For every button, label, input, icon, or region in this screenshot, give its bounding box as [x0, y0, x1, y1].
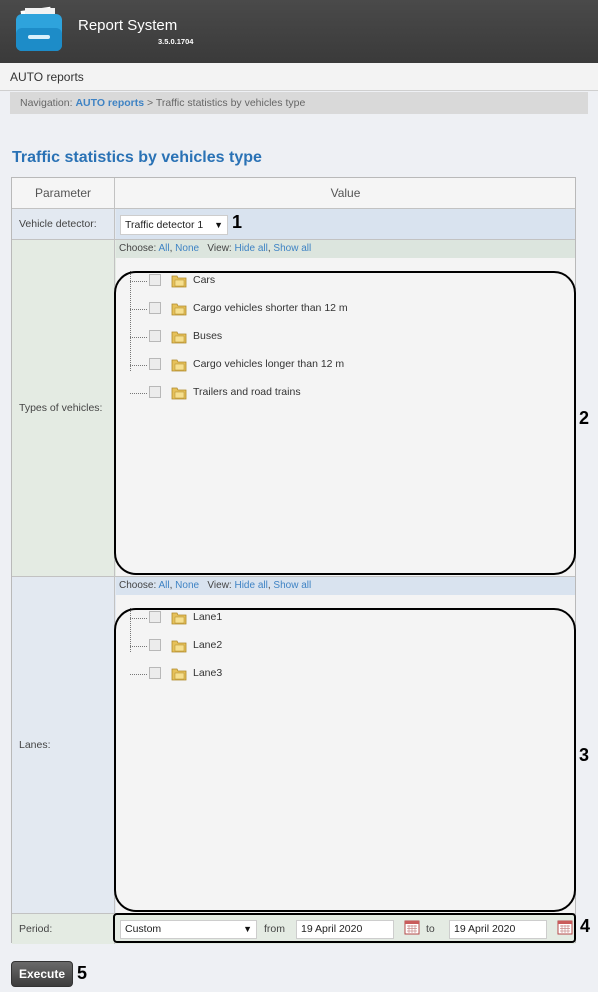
section-title: AUTO reports [10, 70, 84, 84]
types-hide-all-link[interactable]: Hide all [234, 243, 267, 254]
breadcrumb: Navigation: AUTO reports > Traffic stati… [10, 92, 588, 114]
app-header: Report System 3.5.0.1704 [0, 0, 598, 63]
breadcrumb-separator: > [147, 97, 154, 109]
annotation-box-3 [114, 608, 576, 912]
app-version: 3.5.0.1704 [158, 37, 194, 46]
lanes-hide-all-link[interactable]: Hide all [234, 580, 267, 591]
annotation-box-2 [114, 271, 576, 575]
vehicle-detector-selected: Traffic detector 1 [125, 219, 204, 231]
lanes-label: Lanes: [12, 577, 115, 913]
execute-button[interactable]: Execute [11, 961, 73, 987]
lanes-choose-none-link[interactable]: None [175, 580, 199, 591]
choose-label: Choose: [119, 580, 157, 591]
vehicle-detector-select[interactable]: Traffic detector 1 ▼ [120, 215, 228, 235]
breadcrumb-link-auto-reports[interactable]: AUTO reports [75, 97, 144, 109]
vehicle-detector-row: Vehicle detector: Traffic detector 1 ▼ [12, 209, 575, 240]
dropdown-arrow-icon: ▼ [214, 220, 223, 230]
breadcrumb-prefix: Navigation: [20, 97, 73, 109]
table-header-row: Parameter Value [12, 178, 575, 209]
annotation-box-4 [113, 913, 576, 943]
header-value: Value [330, 186, 361, 200]
annotation-number-1: 1 [232, 212, 243, 232]
period-label: Period: [12, 914, 115, 944]
choose-label: Choose: [119, 243, 157, 254]
lanes-choose-all-link[interactable]: All [158, 580, 169, 591]
breadcrumb-current: Traffic statistics by vehicles type [155, 97, 306, 109]
section-bar: AUTO reports [0, 63, 598, 91]
vehicle-detector-label: Vehicle detector: [12, 209, 115, 239]
annotation-number-3: 3 [579, 745, 590, 765]
annotation-number-4: 4 [580, 916, 591, 936]
app-title: Report System [78, 17, 178, 34]
header-parameter: Parameter [12, 178, 115, 208]
lanes-choose-bar: Choose: All, None View: Hide all, Show a… [116, 577, 575, 595]
annotation-number-5: 5 [77, 963, 88, 983]
types-choose-bar: Choose: All, None View: Hide all, Show a… [116, 240, 575, 258]
view-label: View: [207, 243, 232, 254]
lanes-show-all-link[interactable]: Show all [273, 580, 311, 591]
report-folder-icon [16, 6, 62, 51]
types-show-all-link[interactable]: Show all [273, 243, 311, 254]
annotation-number-2: 2 [579, 408, 590, 428]
types-of-vehicles-label: Types of vehicles: [12, 240, 115, 576]
types-choose-none-link[interactable]: None [175, 243, 199, 254]
page-title: Traffic statistics by vehicles type [12, 149, 262, 166]
view-label: View: [207, 580, 232, 591]
types-choose-all-link[interactable]: All [158, 243, 169, 254]
